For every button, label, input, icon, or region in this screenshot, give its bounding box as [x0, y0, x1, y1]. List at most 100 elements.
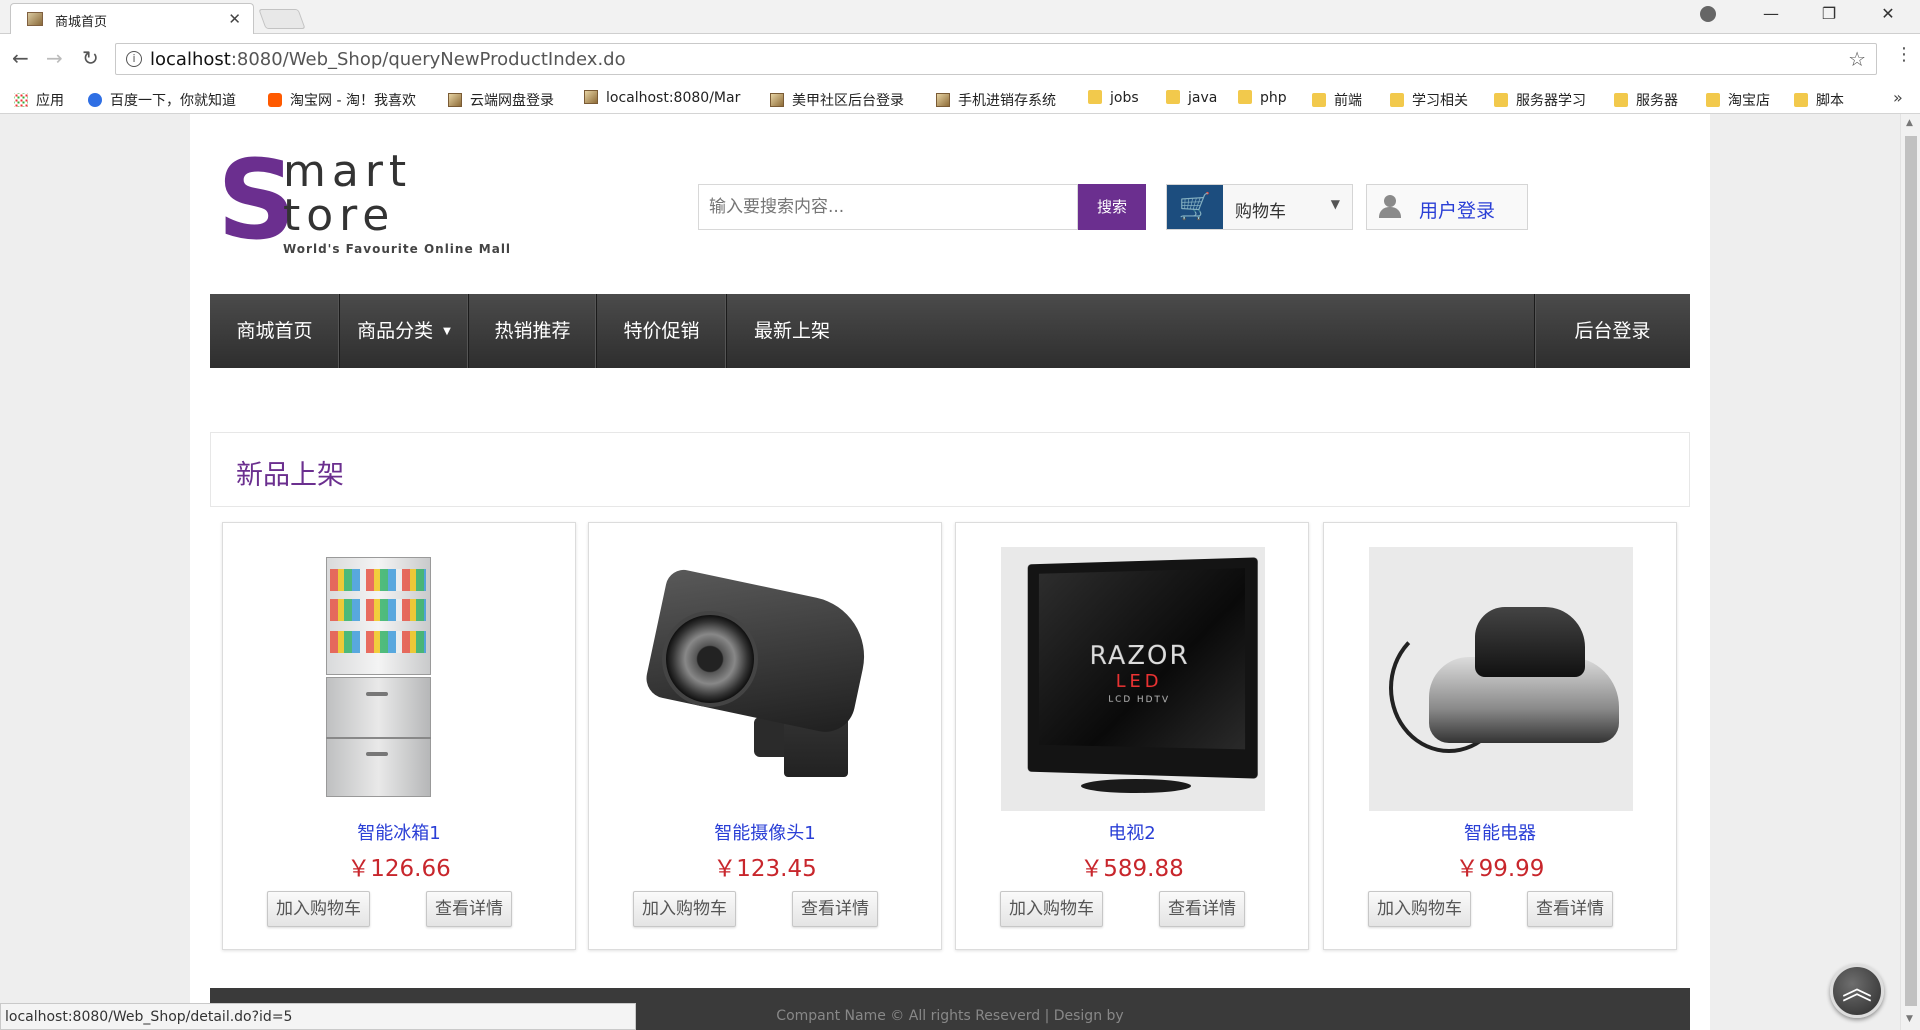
- page-icon: [936, 93, 950, 107]
- view-detail-button[interactable]: 查看详情: [1527, 891, 1613, 927]
- folder-icon: [1494, 93, 1508, 107]
- new-tab-button[interactable]: [258, 9, 306, 29]
- add-to-cart-button[interactable]: 加入购物车: [1368, 891, 1471, 927]
- search-button[interactable]: 搜索: [1078, 184, 1146, 230]
- site-info-icon[interactable]: i: [126, 51, 142, 67]
- bookmark-item[interactable]: 淘宝网 - 淘！我喜欢: [268, 90, 416, 110]
- page-icon: [770, 93, 784, 107]
- scrollbar-thumb[interactable]: [1905, 136, 1917, 1006]
- forward-arrow-icon[interactable]: →: [46, 46, 63, 70]
- page-scrollbar[interactable]: ▲ ▼: [1900, 114, 1920, 1030]
- product-image-iron[interactable]: [1369, 547, 1633, 811]
- bookmark-folder[interactable]: 服务器: [1614, 90, 1678, 110]
- product-name[interactable]: 智能电器: [1324, 819, 1676, 845]
- minimize-icon[interactable]: —: [1756, 4, 1786, 23]
- status-bar-url: localhost:8080/Web_Shop/detail.do?id=5: [0, 1003, 636, 1030]
- cart-dropdown[interactable]: 🛒 购物车 ▼: [1166, 184, 1353, 230]
- product-card: 智能冰箱1 ￥126.66 加入购物车 查看详情: [222, 522, 576, 950]
- browser-menu-icon[interactable]: ⋮: [1895, 44, 1913, 65]
- scroll-down-icon[interactable]: ▼: [1906, 1014, 1913, 1024]
- chevron-up-icon: ︽: [1842, 972, 1872, 1007]
- user-login-button[interactable]: 用户登录: [1366, 184, 1528, 230]
- nav-sale[interactable]: 特价促销: [597, 294, 727, 368]
- product-image-camera[interactable]: [634, 547, 898, 811]
- view-detail-button[interactable]: 查看详情: [426, 891, 512, 927]
- site-logo[interactable]: S mart tore World's Favourite Online Mal…: [217, 136, 510, 264]
- tv-led-text: LED: [1115, 670, 1163, 693]
- add-to-cart-button[interactable]: 加入购物车: [1000, 891, 1103, 927]
- bookmark-item[interactable]: 应用: [14, 90, 64, 110]
- cart-label: 购物车: [1235, 202, 1286, 222]
- bookmark-folder[interactable]: 学习相关: [1390, 90, 1468, 110]
- main-navbar: 商城首页 商品分类 ▼ 热销推荐 特价促销 最新上架 后台登录: [210, 294, 1690, 368]
- folder-icon: [1706, 93, 1720, 107]
- caret-down-icon: ▼: [443, 326, 451, 337]
- bookmark-folder[interactable]: php: [1238, 90, 1287, 106]
- bookmark-folder[interactable]: 淘宝店: [1706, 90, 1770, 110]
- taobao-icon: [268, 93, 282, 107]
- product-name[interactable]: 智能冰箱1: [223, 819, 575, 845]
- bookmarks-overflow-icon[interactable]: »: [1893, 88, 1903, 107]
- product-card: RAZOR LED LCD HDTV 电视2 ￥589.88 加入购物车 查看详…: [955, 522, 1309, 950]
- nav-home[interactable]: 商城首页: [210, 294, 340, 368]
- bookmark-item[interactable]: localhost:8080/Mar: [584, 90, 740, 106]
- folder-icon: [1614, 93, 1628, 107]
- apps-icon: [14, 93, 28, 107]
- profile-icon[interactable]: [1700, 6, 1716, 22]
- bookmark-item[interactable]: 云端网盘登录: [448, 90, 554, 110]
- nav-admin-login[interactable]: 后台登录: [1534, 294, 1690, 368]
- folder-icon: [1390, 93, 1404, 107]
- nav-hot[interactable]: 热销推荐: [469, 294, 597, 368]
- product-name[interactable]: 电视2: [956, 819, 1308, 845]
- product-card: 智能摄像头1 ￥123.45 加入购物车 查看详情: [588, 522, 942, 950]
- add-to-cart-button[interactable]: 加入购物车: [267, 891, 370, 927]
- logo-tagline: World's Favourite Online Mall: [283, 242, 512, 256]
- bookmark-star-icon[interactable]: ☆: [1848, 47, 1866, 71]
- logo-line2: tore: [283, 190, 396, 241]
- browser-tab-active[interactable]: 商城首页 ✕: [10, 3, 254, 34]
- nav-categories[interactable]: 商品分类 ▼: [340, 294, 469, 368]
- bookmark-folder[interactable]: 服务器学习: [1494, 90, 1586, 110]
- bookmark-item[interactable]: 美甲社区后台登录: [770, 90, 904, 110]
- url-input[interactable]: i localhost:8080/Web_Shop/queryNewProduc…: [115, 43, 1877, 75]
- view-detail-button[interactable]: 查看详情: [1159, 891, 1245, 927]
- page-icon: [584, 90, 598, 104]
- product-name[interactable]: 智能摄像头1: [589, 819, 941, 845]
- url-text: localhost:8080/Web_Shop/queryNewProductI…: [150, 49, 626, 70]
- add-to-cart-button[interactable]: 加入购物车: [633, 891, 736, 927]
- bookmark-item[interactable]: 手机进销存系统: [936, 90, 1056, 110]
- scroll-up-icon[interactable]: ▲: [1906, 118, 1913, 128]
- reload-icon[interactable]: ↻: [82, 46, 99, 70]
- window-close-icon[interactable]: ✕: [1873, 4, 1903, 23]
- tv-sub-text: LCD HDTV: [1108, 694, 1171, 706]
- browser-tab-strip: 商城首页 ✕ — ❐ ✕: [0, 0, 1920, 34]
- bookmark-folder[interactable]: java: [1166, 90, 1217, 106]
- product-price: ￥589.88: [1080, 856, 1184, 882]
- baidu-icon: [88, 93, 102, 107]
- product-image-tv[interactable]: RAZOR LED LCD HDTV: [1001, 547, 1265, 811]
- search-input[interactable]: [698, 184, 1078, 230]
- nav-new[interactable]: 最新上架: [727, 294, 857, 368]
- back-arrow-icon[interactable]: ←: [12, 46, 29, 70]
- tab-close-icon[interactable]: ✕: [228, 10, 241, 28]
- folder-icon: [1166, 90, 1180, 104]
- folder-icon: [1088, 90, 1102, 104]
- bookmarks-bar: 应用 百度一下，你就知道 淘宝网 - 淘！我喜欢 云端网盘登录 localhos…: [0, 84, 1920, 114]
- folder-icon: [1794, 93, 1808, 107]
- user-icon: [1379, 195, 1401, 219]
- page-icon: [448, 93, 462, 107]
- bookmark-folder[interactable]: 脚本: [1794, 90, 1844, 110]
- bookmark-item[interactable]: 百度一下，你就知道: [88, 90, 236, 110]
- bookmark-folder[interactable]: 前端: [1312, 90, 1362, 110]
- back-to-top-button[interactable]: ︽: [1830, 964, 1884, 1018]
- product-image-fridge[interactable]: [268, 547, 532, 811]
- chevron-down-icon: ▼: [1330, 197, 1340, 211]
- folder-icon: [1312, 93, 1326, 107]
- bookmark-folder[interactable]: jobs: [1088, 90, 1139, 106]
- restore-icon[interactable]: ❐: [1814, 4, 1844, 23]
- product-card: 智能电器 ￥99.99 加入购物车 查看详情: [1323, 522, 1677, 950]
- product-price: ￥99.99: [1455, 856, 1545, 882]
- address-toolbar: ← → ↻ i localhost:8080/Web_Shop/queryNew…: [0, 34, 1920, 84]
- view-detail-button[interactable]: 查看详情: [792, 891, 878, 927]
- tab-title: 商城首页: [55, 15, 108, 30]
